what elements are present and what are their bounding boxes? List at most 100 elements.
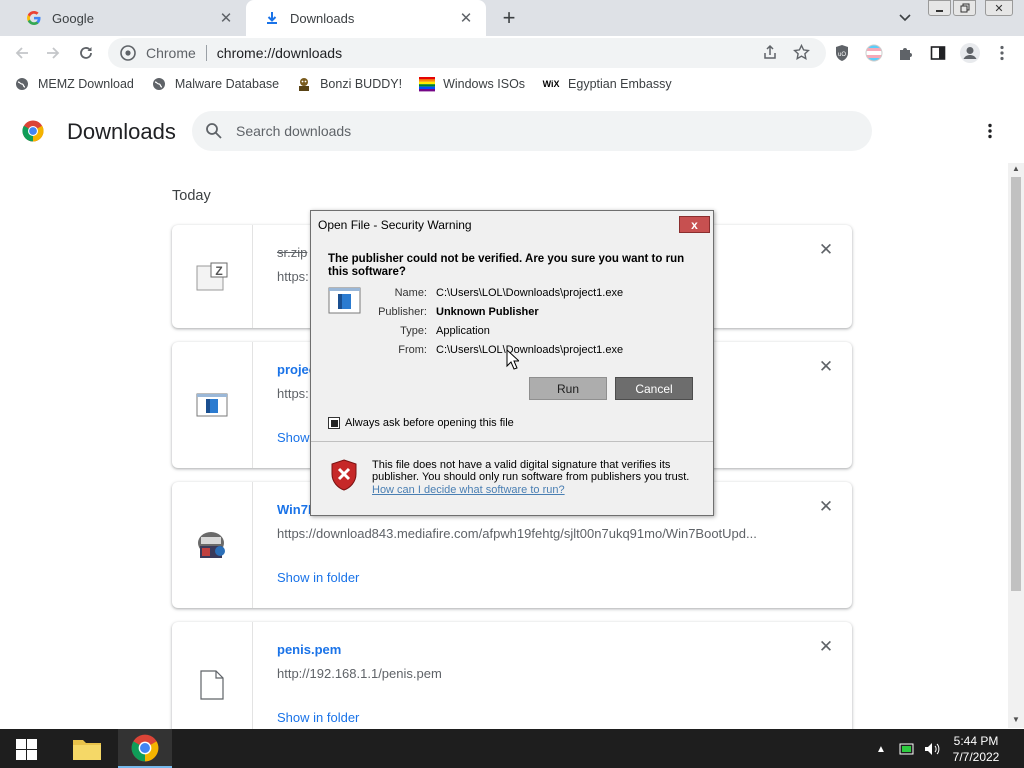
file-icon-column — [172, 622, 253, 729]
search-box[interactable] — [192, 111, 872, 151]
bookmark-egyptian-embassy[interactable]: WiX Egyptian Embassy — [542, 76, 672, 92]
flag-extension-icon[interactable] — [864, 43, 884, 63]
page-scrollbar[interactable]: ▲ ▼ — [1008, 163, 1024, 728]
bookmark-memz-download[interactable]: MEMZ Download — [14, 76, 134, 92]
file-icon-column: Z — [172, 225, 253, 328]
bookmark-label: Windows ISOs — [443, 77, 526, 91]
search-input[interactable] — [236, 123, 836, 139]
bookmark-star-icon[interactable] — [792, 43, 810, 61]
ublock-icon[interactable]: uO — [832, 43, 852, 63]
installer-file-icon — [198, 532, 225, 558]
bonzi-icon — [296, 76, 312, 92]
zip-file-icon: Z — [196, 262, 228, 290]
show-in-folder-link[interactable]: Show — [277, 430, 310, 445]
globe-icon — [151, 76, 167, 92]
bookmark-malware-database[interactable]: Malware Database — [151, 76, 279, 92]
browser-menu-icon[interactable] — [992, 43, 1012, 63]
bookmark-label: Malware Database — [174, 77, 280, 91]
side-panel-icon[interactable] — [928, 43, 948, 63]
download-icon — [264, 10, 280, 26]
back-arrow-icon[interactable] — [9, 40, 35, 66]
omnibox-separator — [205, 45, 207, 61]
dialog-heading: The publisher could not be verified. Are… — [328, 253, 685, 278]
remove-icon[interactable]: ✕ — [818, 357, 834, 376]
page-title: Downloads — [67, 119, 176, 144]
help-link[interactable]: How can I decide what software to run? — [372, 484, 565, 496]
chevron-down-icon[interactable] — [895, 9, 915, 27]
show-in-folder-link[interactable]: Show in folder — [277, 710, 359, 725]
scroll-down-arrow-icon[interactable]: ▼ — [1012, 716, 1020, 724]
exe-file-icon — [196, 393, 228, 417]
remove-icon[interactable]: ✕ — [818, 240, 834, 259]
battery-icon[interactable] — [899, 741, 915, 757]
bookmark-label: Bonzi BUDDY! — [320, 77, 403, 91]
profile-avatar-icon[interactable] — [958, 41, 982, 65]
chrome-logo-icon — [22, 120, 44, 142]
window-close-icon[interactable]: ✕ — [985, 0, 1013, 16]
cancel-button[interactable]: Cancel — [615, 377, 693, 400]
globe-icon — [14, 76, 30, 92]
field-value: C:\Users\LOL\Downloads\project1.exe — [436, 344, 624, 356]
tab-title: Downloads — [290, 10, 355, 26]
tab-downloads[interactable]: Downloads ✕ — [246, 0, 486, 36]
generic-file-icon — [200, 670, 224, 700]
system-clock[interactable]: 5:44 PM 7/7/2022 — [943, 733, 1009, 765]
svg-text:Z: Z — [215, 264, 222, 278]
file-name: sr.zip — [277, 245, 308, 260]
clock-time: 5:44 PM — [953, 734, 999, 748]
bookmark-windows-isos[interactable]: Windows ISOs — [419, 76, 525, 92]
restore-icon[interactable] — [953, 0, 976, 16]
run-button[interactable]: Run — [529, 377, 607, 400]
remove-icon[interactable]: ✕ — [818, 497, 834, 516]
checkbox-label: Always ask before opening this file — [345, 417, 514, 429]
more-actions-icon[interactable] — [980, 120, 1000, 142]
address-bar[interactable]: Chrome chrome://downloads — [108, 38, 826, 68]
field-label: Type: — [400, 325, 427, 337]
tab-google[interactable]: Google ✕ — [8, 0, 246, 36]
taskbar-file-explorer[interactable] — [60, 729, 114, 768]
wix-icon: WiX — [542, 79, 560, 89]
forward-arrow-icon[interactable] — [40, 40, 66, 66]
clock-date: 7/7/2022 — [952, 750, 1000, 764]
remove-icon[interactable]: ✕ — [818, 637, 834, 656]
shield-error-icon — [331, 459, 357, 491]
field-label: From: — [398, 344, 427, 356]
downloads-header: Downloads — [0, 99, 1008, 163]
extensions-puzzle-icon[interactable] — [896, 43, 916, 63]
folder-icon — [73, 739, 101, 760]
chrome-site-icon — [120, 45, 136, 61]
svg-text:uO: uO — [838, 52, 846, 58]
show-in-folder-link[interactable]: Show in folder — [277, 570, 359, 585]
scroll-up-arrow-icon[interactable]: ▲ — [1012, 165, 1020, 173]
reload-icon[interactable] — [73, 40, 99, 66]
tray-overflow-icon[interactable]: ▲ — [873, 741, 889, 757]
file-name[interactable]: penis.pem — [277, 642, 341, 657]
taskbar-chrome[interactable] — [118, 729, 172, 768]
tab-title: Google — [52, 10, 94, 26]
close-tab-icon[interactable]: ✕ — [458, 10, 474, 27]
share-icon[interactable] — [761, 43, 779, 61]
dialog-close-button[interactable]: x — [679, 216, 710, 233]
file-url[interactable]: http://192.168.1.1/penis.pem — [277, 666, 777, 681]
minimize-icon[interactable] — [928, 0, 951, 16]
search-icon — [204, 121, 224, 141]
field-value: Application — [436, 325, 490, 337]
taskbar: ▲ 5:44 PM 7/7/2022 — [0, 729, 1024, 768]
volume-icon[interactable] — [924, 741, 940, 757]
scrollbar-thumb[interactable] — [1011, 177, 1021, 591]
windows-start-icon[interactable] — [16, 739, 37, 760]
bookmark-bonzi-buddy[interactable]: Bonzi BUDDY! — [296, 76, 402, 92]
new-tab-button[interactable]: + — [497, 5, 521, 30]
close-tab-icon[interactable]: ✕ — [218, 10, 234, 27]
chrome-icon — [131, 734, 159, 761]
file-icon-column — [172, 342, 253, 468]
dialog-divider — [311, 441, 713, 442]
always-ask-checkbox-row[interactable]: Always ask before opening this file — [328, 417, 514, 429]
site-chip: Chrome — [146, 45, 196, 61]
mouse-cursor-icon — [506, 349, 519, 370]
always-ask-checkbox[interactable] — [328, 417, 340, 429]
bookmark-label: Egyptian Embassy — [568, 77, 672, 91]
download-item: penis.pem http://192.168.1.1/penis.pem S… — [172, 622, 852, 729]
url-text[interactable]: chrome://downloads — [217, 45, 342, 61]
file-url[interactable]: https://download843.mediafire.com/afpwh1… — [277, 526, 777, 541]
